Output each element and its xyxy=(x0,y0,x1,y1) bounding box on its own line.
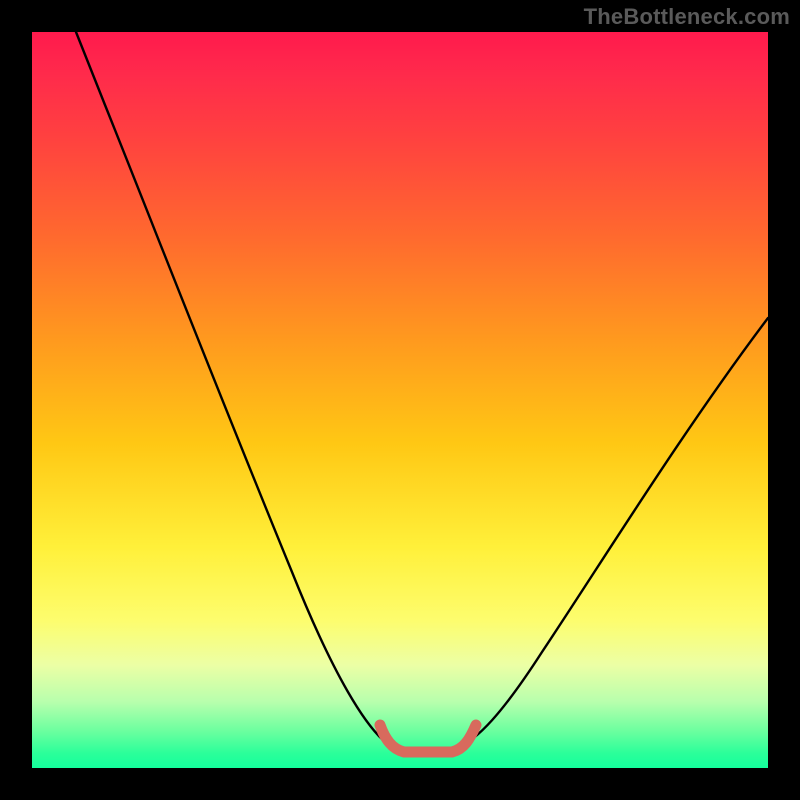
chart-svg xyxy=(32,32,768,768)
plot-area xyxy=(32,32,768,768)
watermark-text: TheBottleneck.com xyxy=(584,4,790,30)
outer-frame: TheBottleneck.com xyxy=(0,0,800,800)
optimal-band-path xyxy=(380,725,476,752)
bottleneck-curve-path xyxy=(76,32,768,752)
